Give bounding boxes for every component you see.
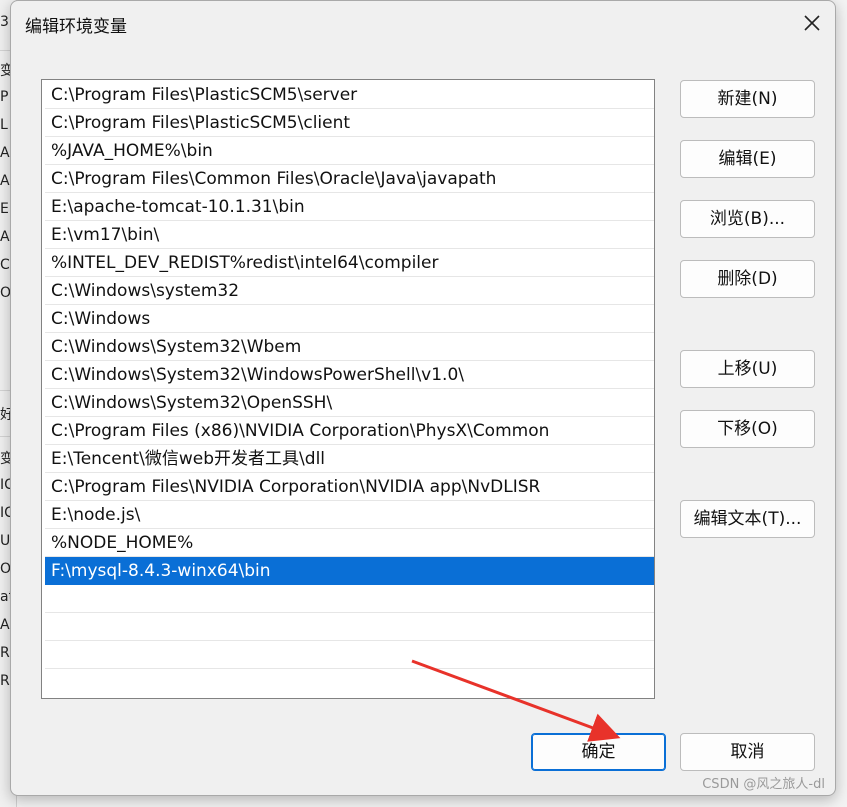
list-item[interactable]: C:\Program Files\PlasticSCM5\client [45, 109, 654, 137]
list-item[interactable]: C:\Windows\system32 [45, 277, 654, 305]
dialog-title: 编辑环境变量 [25, 17, 127, 37]
list-item[interactable]: %JAVA_HOME%\bin [45, 137, 654, 165]
close-button[interactable] [789, 1, 835, 45]
edit-button[interactable]: 编辑(E) [680, 140, 815, 178]
cancel-button[interactable]: 取消 [680, 733, 815, 771]
list-item[interactable]: C:\Program Files (x86)\NVIDIA Corporatio… [45, 417, 654, 445]
list-item[interactable]: C:\Windows\System32\Wbem [45, 333, 654, 361]
close-icon [804, 15, 820, 31]
list-item[interactable]: %NODE_HOME% [45, 529, 654, 557]
path-list[interactable]: C:\Program Files\PlasticSCM5\server C:\Pr… [41, 79, 655, 699]
move-down-button[interactable]: 下移(O) [680, 410, 815, 448]
list-item[interactable]: C:\Windows\System32\OpenSSH\ [45, 389, 654, 417]
edit-text-button[interactable]: 编辑文本(T)... [680, 500, 815, 538]
ok-button[interactable]: 确定 [531, 733, 666, 771]
list-item[interactable]: C:\Program Files\NVIDIA Corporation\NVID… [45, 473, 654, 501]
title-bar[interactable]: 编辑环境变量 [11, 1, 835, 47]
watermark: CSDN @风之旅人-dl [702, 777, 825, 792]
list-item-selected[interactable]: F:\mysql-8.4.3-winx64\bin [45, 557, 654, 585]
list-item[interactable]: C:\Program Files\Common Files\Oracle\Jav… [45, 165, 654, 193]
list-item[interactable]: C:\Windows [45, 305, 654, 333]
list-item[interactable]: E:\apache-tomcat-10.1.31\bin [45, 193, 654, 221]
list-item[interactable] [45, 585, 654, 613]
list-item[interactable]: E:\Tencent\微信web开发者工具\dll [45, 445, 654, 473]
list-item[interactable] [45, 641, 654, 669]
list-item[interactable]: C:\Program Files\PlasticSCM5\server [45, 81, 654, 109]
delete-button[interactable]: 删除(D) [680, 260, 815, 298]
move-up-button[interactable]: 上移(U) [680, 350, 815, 388]
edit-env-variable-dialog: 编辑环境变量 C:\Program Files\PlasticSCM5\serv… [10, 0, 836, 796]
list-item[interactable]: E:\vm17\bin\ [45, 221, 654, 249]
browse-button[interactable]: 浏览(B)... [680, 200, 815, 238]
list-item[interactable]: E:\node.js\ [45, 501, 654, 529]
list-item[interactable]: C:\Windows\System32\WindowsPowerShell\v1… [45, 361, 654, 389]
list-item[interactable] [45, 613, 654, 641]
list-item[interactable]: %INTEL_DEV_REDIST%redist\intel64\compile… [45, 249, 654, 277]
new-button[interactable]: 新建(N) [680, 80, 815, 118]
